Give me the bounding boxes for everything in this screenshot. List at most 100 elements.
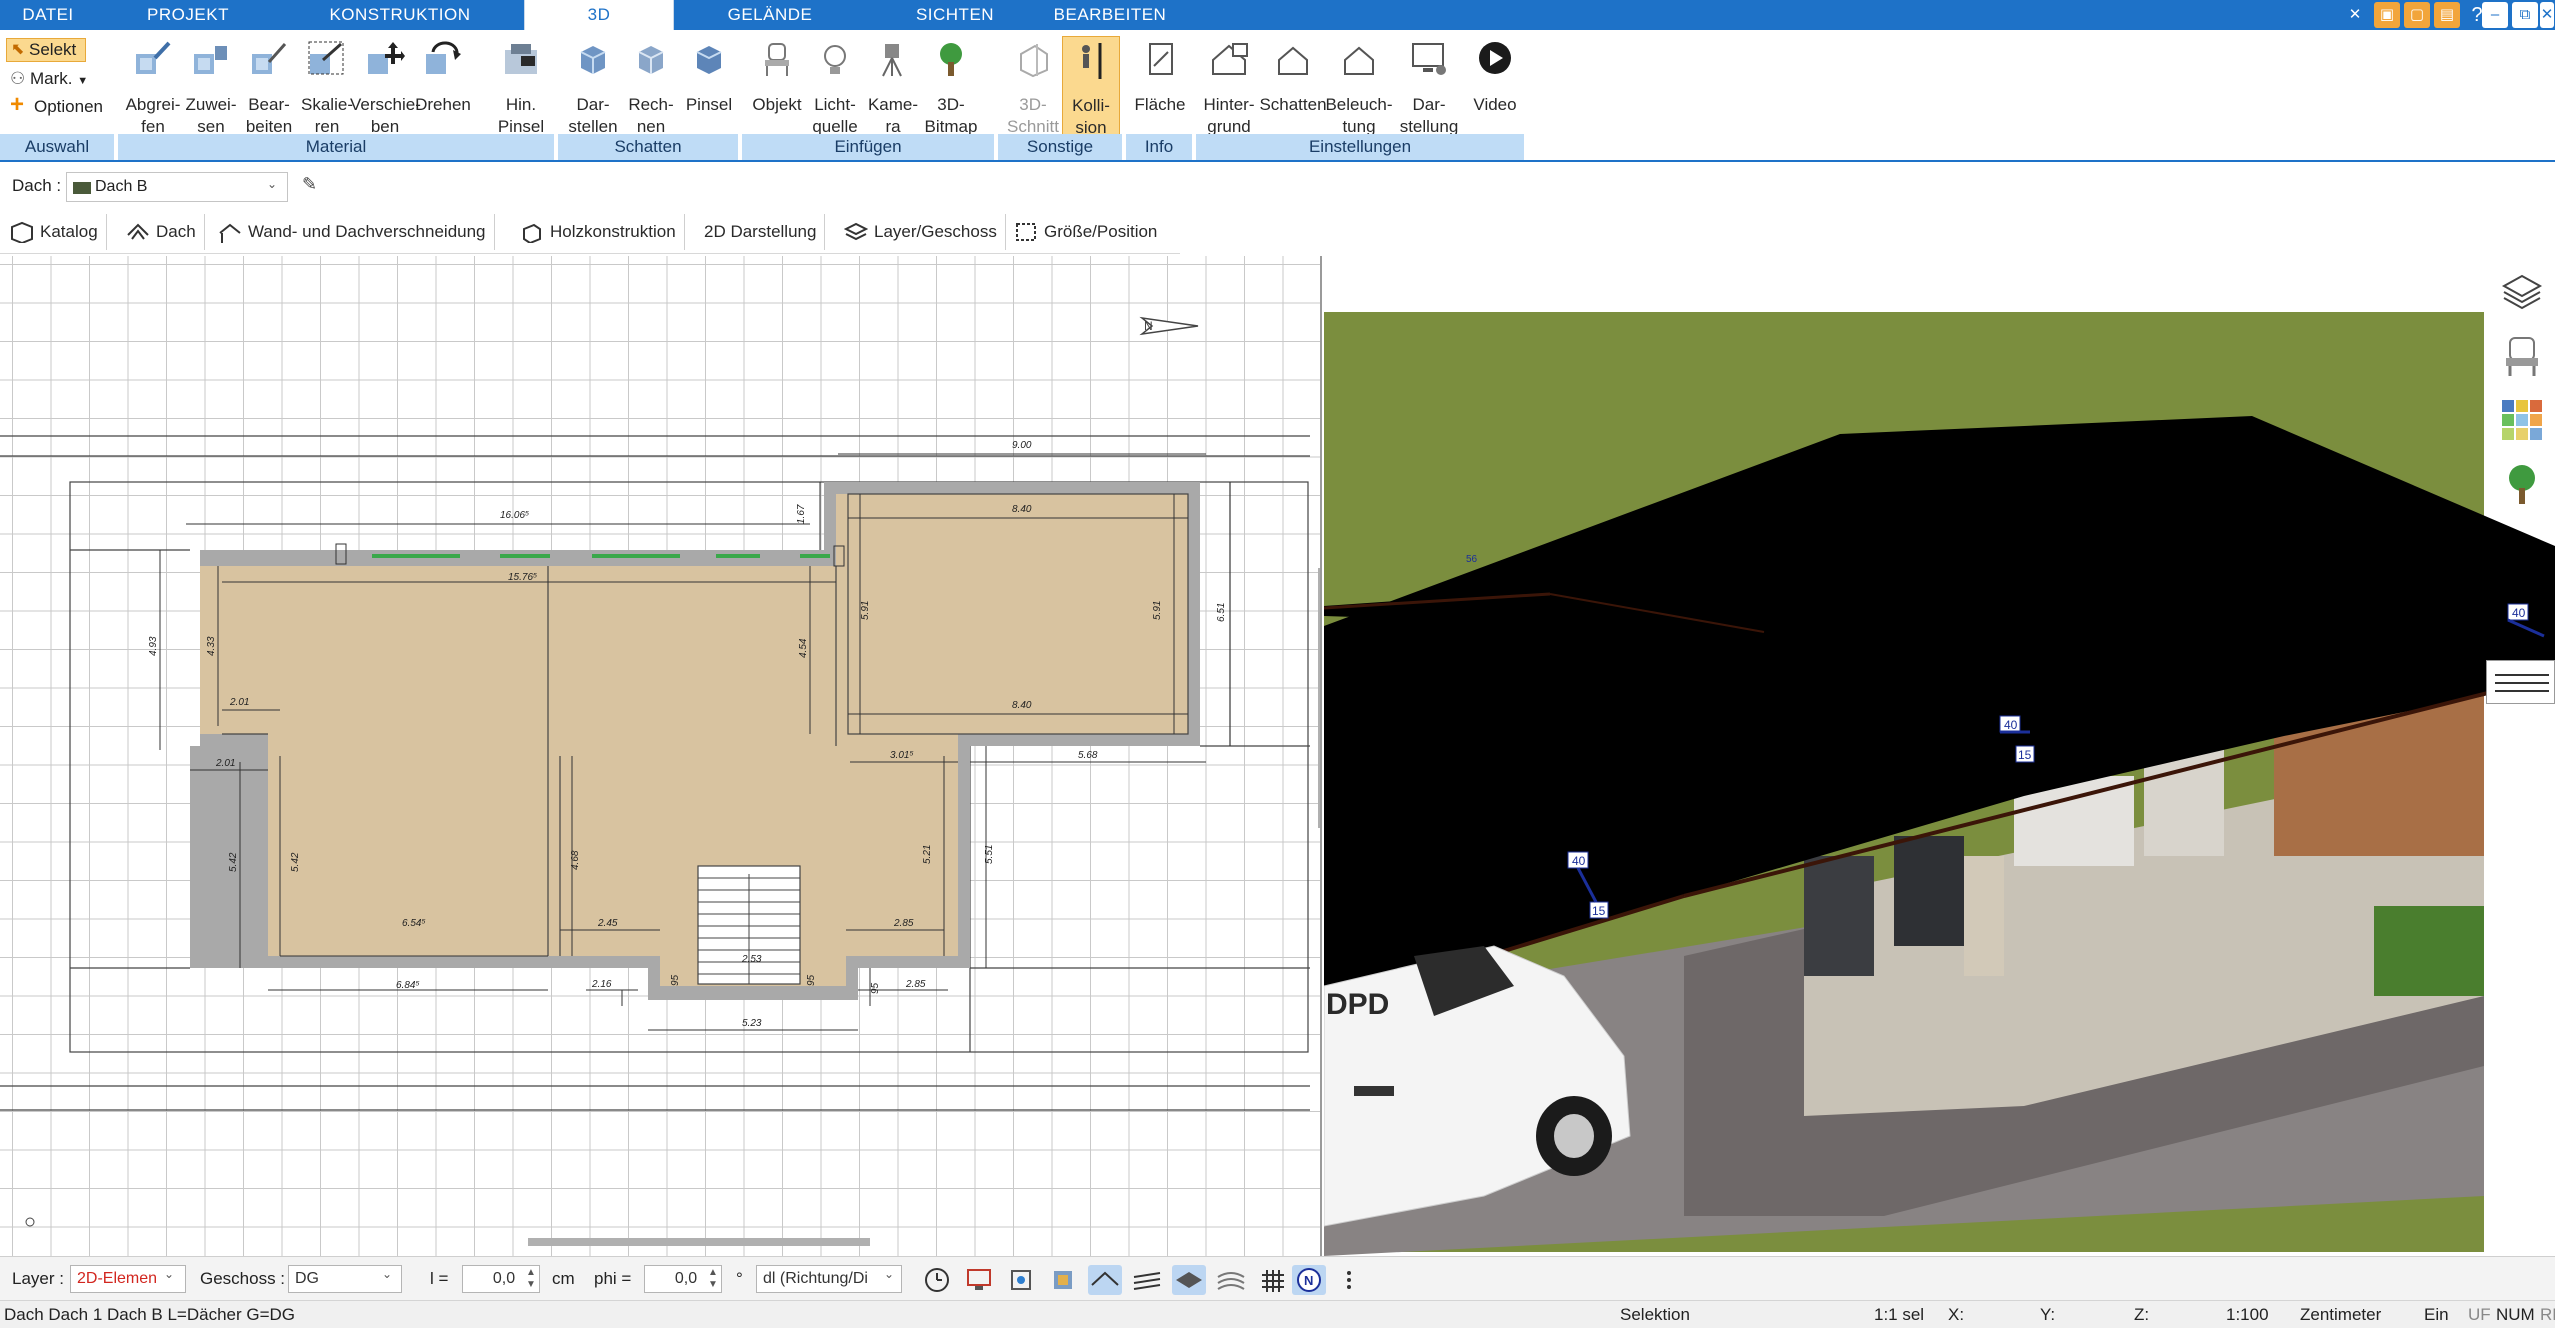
abgreifen-button[interactable]: Abgrei- fen — [124, 36, 182, 136]
clock-icon[interactable] — [920, 1265, 954, 1295]
hintergrund-button[interactable]: Hinter- grund — [1200, 36, 1258, 136]
rechnen-button[interactable]: Rech- nen — [622, 36, 680, 136]
stepper-icon[interactable]: ▲ ▼ — [526, 1267, 536, 1291]
dim-tag: 40 — [2512, 606, 2526, 620]
floor-plan-canvas[interactable]: 9.00 16.06⁵ 15.76⁵ 8.40 8.40 1.67 4.93 4… — [0, 256, 1322, 1256]
layer-geschoss-button[interactable]: Layer/Geschoss — [836, 214, 1006, 250]
eyedropper-icon — [136, 41, 171, 74]
assign-icon — [194, 46, 227, 74]
roof-select[interactable]: Dach B ⌄ — [66, 172, 288, 202]
minimize-icon[interactable]: ‒ — [2482, 2, 2508, 28]
furniture-panel-icon[interactable] — [2500, 334, 2544, 378]
north-icon[interactable]: N — [1292, 1265, 1326, 1295]
3d-render-canvas[interactable]: DPD 40 40 40 15 15 56 — [1324, 256, 2555, 1256]
roof-label: Dach : — [12, 176, 62, 195]
group-caption-einstellungen: Einstellungen — [1196, 134, 1526, 160]
tab-bearbeiten[interactable]: BEARBEITEN — [1045, 0, 1175, 30]
close-icon[interactable]: ✕ — [2540, 2, 2554, 28]
beleuchtung-button[interactable]: Beleuch- tung — [1325, 36, 1393, 136]
objects-icon[interactable] — [1004, 1265, 1038, 1295]
bitmap-3d-button[interactable]: 3D- Bitmap — [922, 36, 980, 136]
direction-select[interactable]: dl (Richtung/Di — [756, 1265, 902, 1293]
hamburger-icon — [2495, 674, 2549, 692]
dim-label: 4.93 — [148, 636, 159, 656]
schatten-pinsel-button[interactable]: Pinsel — [680, 36, 738, 136]
horizontal-scrollbar[interactable] — [528, 1238, 870, 1246]
stepper-icon[interactable]: ▲ ▼ — [708, 1267, 718, 1291]
wand-dachverschneidung-button[interactable]: Wand- und Dachverschneidung — [210, 214, 495, 250]
dim-label: 2.53 — [741, 954, 762, 965]
house-light-icon — [1344, 46, 1374, 75]
tab-projekt[interactable]: PROJEKT — [118, 0, 258, 30]
plane-icon[interactable] — [1172, 1265, 1206, 1295]
katalog-button[interactable]: Katalog — [2, 214, 107, 250]
north-arrow-icon: N — [1139, 316, 1199, 336]
tab-konstruktion[interactable]: KONSTRUKTION — [310, 0, 490, 30]
chevron-down-icon[interactable]: ⌄ — [382, 1267, 392, 1281]
tab-3d[interactable]: 3D — [524, 0, 674, 30]
lichtquelle-button[interactable]: Licht- quelle — [806, 36, 864, 136]
tab-datei[interactable]: DATEI — [0, 0, 96, 30]
hatch-icon[interactable] — [1130, 1265, 1164, 1295]
tab-gelaende[interactable]: GELÄNDE — [700, 0, 840, 30]
wall-roof-intersect-icon — [219, 223, 241, 243]
group-info: Fläche Info — [1126, 30, 1194, 160]
drehen-button[interactable]: Drehen — [414, 36, 472, 136]
floor-plan-view[interactable]: 9.00 16.06⁵ 15.76⁵ 8.40 8.40 1.67 4.93 4… — [0, 256, 1322, 1256]
bearbeiten-button[interactable]: Bear- beiten — [240, 36, 298, 136]
kollision-button[interactable]: Kolli- sion — [1062, 36, 1120, 137]
schnitt-3d-button[interactable]: 3D- Schnitt — [1004, 36, 1062, 136]
more-icon[interactable] — [1342, 1265, 1356, 1295]
layers-panel-icon[interactable] — [2500, 270, 2544, 314]
window-icon[interactable]: ▤ — [2434, 2, 2460, 28]
restore-icon[interactable]: ⧉ — [2512, 2, 2538, 28]
skalieren-button[interactable]: Skalie- ren — [298, 36, 356, 136]
selekt-button[interactable]: ⬉ Selekt — [6, 38, 86, 62]
pencil-icon[interactable]: ✎ — [302, 174, 317, 195]
roof-display-icon[interactable] — [1088, 1265, 1122, 1295]
schatten-einstellung-button[interactable]: Schatten — [1259, 36, 1327, 136]
grid-icon[interactable] — [1256, 1265, 1290, 1295]
tools-icon[interactable]: ✕ — [2342, 2, 2368, 28]
terrain-icon[interactable] — [1214, 1265, 1248, 1295]
plants-panel-icon[interactable] — [2500, 462, 2544, 506]
tab-sichten[interactable]: SICHTEN — [885, 0, 1025, 30]
status-x: X: — [1948, 1305, 1965, 1324]
dim-label: 8.40 — [1012, 504, 1032, 515]
dim-label: 3.01⁵ — [890, 750, 914, 761]
dach-button[interactable]: Dach — [118, 214, 205, 250]
monitor-icon[interactable] — [962, 1265, 996, 1295]
lightbulb-icon — [824, 45, 846, 74]
status-mode: Selektion — [1620, 1305, 1690, 1324]
materials-panel-icon[interactable] — [2500, 398, 2544, 442]
darstellung-button[interactable]: Dar- stellung — [1400, 36, 1458, 136]
vertical-scrollbar[interactable] — [1318, 568, 1322, 828]
window-icon[interactable]: ▢ — [2404, 2, 2430, 28]
hin-pinsel-button[interactable]: Hin. Pinsel — [492, 36, 550, 136]
verschieben-button[interactable]: Verschie- ben — [350, 36, 421, 136]
3d-view[interactable]: DPD 40 40 40 15 15 56 — [1324, 256, 2555, 1256]
cube-shadow-icon — [580, 46, 606, 74]
dim-tag: 40 — [2004, 718, 2018, 732]
dim-label: 95 — [806, 974, 817, 986]
mark-icon: ⚇ — [10, 69, 26, 88]
darstellung-2d-button[interactable]: 2D Darstellung — [694, 214, 826, 250]
panel-toggle-button[interactable] — [2486, 660, 2555, 704]
holzkonstruktion-button[interactable]: Holzkonstruktion — [512, 214, 685, 250]
furniture-icon[interactable] — [1046, 1265, 1080, 1295]
optionen-button[interactable]: + Optionen — [10, 93, 103, 118]
darstellen-button[interactable]: Dar- stellen — [564, 36, 622, 136]
mark-button[interactable]: ⚇ Mark. ▼ — [10, 68, 88, 92]
save-icon[interactable]: ▣ — [2374, 2, 2400, 28]
dim-tag: 15 — [2018, 748, 2032, 762]
dim-label: 4.54 — [798, 638, 809, 658]
chevron-down-icon[interactable]: ⌄ — [164, 1267, 174, 1281]
groesse-position-button[interactable]: Größe/Position — [1006, 214, 1165, 250]
kamera-button[interactable]: Kame- ra — [864, 36, 922, 136]
video-button[interactable]: Video — [1466, 36, 1524, 136]
chevron-down-icon[interactable]: ⌄ — [884, 1267, 894, 1281]
objekt-button[interactable]: Objekt — [748, 36, 806, 136]
dim-tag: 15 — [1592, 904, 1606, 918]
zuweisen-button[interactable]: Zuwei- sen — [182, 36, 240, 136]
flaeche-button[interactable]: Fläche — [1131, 36, 1189, 136]
